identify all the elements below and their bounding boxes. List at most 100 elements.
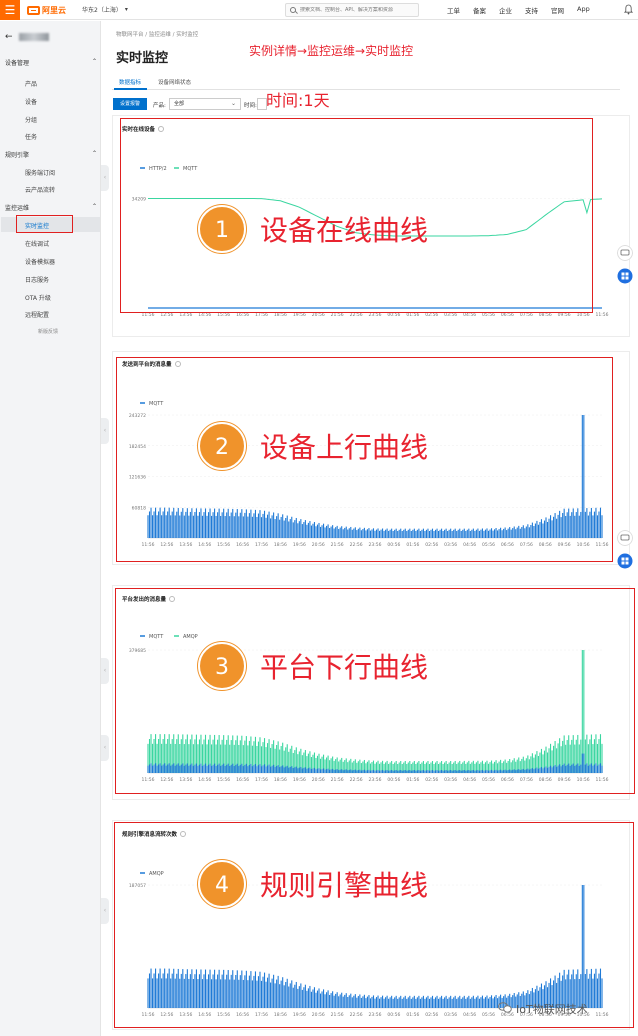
feedback-link[interactable]: 新版反馈 (38, 328, 58, 335)
sidebar-item-product[interactable]: 产品 (25, 79, 37, 88)
info-icon[interactable] (174, 361, 181, 367)
nav-official-site[interactable]: 官网 (551, 5, 564, 15)
chat-icon[interactable] (617, 245, 633, 261)
sidebar-group-label: 规则引擎 (5, 152, 30, 159)
chevron-down-icon: ▾ (124, 6, 128, 13)
x-tick-label: 04:56 (463, 312, 476, 318)
sidebar-group-rule-engine[interactable]: 规则引擎 ⌃ (5, 150, 97, 159)
sidebar-item-remote-config[interactable]: 远程配置 (25, 310, 49, 319)
bell-icon[interactable] (624, 4, 633, 15)
chart-title: 实时在线设备 (122, 125, 165, 133)
nav-app[interactable]: App (577, 5, 590, 13)
x-tick-label: 05:56 (482, 777, 495, 783)
chart-title: 平台发出的消息量 (122, 595, 176, 603)
info-icon[interactable] (169, 596, 176, 602)
info-icon[interactable] (158, 126, 165, 132)
sidebar-group-monitoring[interactable]: 监控运维 ⌃ (5, 203, 97, 212)
region-selector[interactable]: 华东2（上海） ▾ (82, 5, 128, 14)
page-title: 实时监控 (116, 51, 169, 66)
x-tick-label: 18:56 (274, 542, 287, 548)
collapse-sidebar-handle[interactable]: ‹ (101, 658, 109, 684)
annotation-path: 实例详情→监控运维→实时监控 (249, 44, 414, 58)
hamburger-icon[interactable]: ☰ (0, 0, 20, 20)
x-tick-label: 21:56 (331, 777, 344, 783)
nav-ticket[interactable]: 工单 (447, 5, 460, 15)
x-tick-label: 21:56 (331, 1012, 344, 1018)
sidebar-group-device-mgmt[interactable]: 设备管理 ⌃ (5, 58, 97, 67)
nav-filing[interactable]: 备案 (473, 5, 486, 15)
nav-enterprise[interactable]: 企业 (499, 5, 512, 15)
x-tick-label: 03:56 (444, 1012, 457, 1018)
sidebar-item-online-debug[interactable]: 在线调试 (25, 239, 49, 248)
x-tick-label: 22:56 (350, 1012, 363, 1018)
tab-data-metrics[interactable]: 数据指标 (119, 78, 141, 86)
legend-label: AMQP (149, 871, 164, 877)
y-tick-label: 34209 (132, 197, 146, 203)
logo-text: 阿里云 (42, 5, 66, 15)
x-tick-label: 15:56 (217, 1012, 230, 1018)
y-tick-label: 182454 (129, 444, 146, 450)
x-tick-label: 11:56 (142, 312, 155, 318)
sidebar-item-task[interactable]: 任务 (25, 132, 37, 141)
x-tick-label: 11:56 (142, 777, 155, 783)
x-tick-label: 18:56 (274, 1012, 287, 1018)
sidebar-item-server-subscription[interactable]: 服务端订阅 (25, 168, 55, 177)
annotation-red-box-sidebar (16, 215, 73, 233)
nav-support[interactable]: 支持 (525, 5, 538, 15)
info-icon[interactable] (180, 831, 187, 837)
chart-title-text: 平台发出的消息量 (122, 597, 167, 603)
legend-label: HTTP/2 (149, 166, 167, 172)
aliyun-logo-mark (27, 5, 40, 15)
x-tick-label: 16:56 (236, 312, 249, 318)
x-tick-label: 00:56 (387, 777, 400, 783)
x-tick-label: 20:56 (312, 777, 325, 783)
sidebar-group-label: 设备管理 (5, 60, 30, 67)
sidebar-item-device-simulator[interactable]: 设备模拟器 (25, 257, 55, 266)
sidebar-item-log-service[interactable]: 日志服务 (25, 275, 49, 284)
x-tick-label: 20:56 (312, 1012, 325, 1018)
sidebar-item-group[interactable]: 分组 (25, 115, 37, 124)
breadcrumb-monitoring[interactable]: 监控运维 (149, 32, 171, 38)
set-alarm-button[interactable]: 设置报警 (113, 98, 147, 110)
x-tick-label: 01:56 (406, 542, 419, 548)
time-range-picker[interactable] (257, 98, 267, 110)
chart-uplink-messages: MQTT 60818 121636 182454 243272 11:56 12:56 13:… (129, 401, 609, 548)
search-input[interactable] (300, 7, 418, 13)
back-arrow-icon[interactable]: ← (5, 32, 13, 42)
x-tick-label: 13:56 (179, 542, 192, 548)
product-select[interactable]: 全部 ⌄ (169, 98, 241, 110)
sidebar-item-ota[interactable]: OTA 升级 (25, 293, 51, 302)
apps-icon[interactable] (617, 553, 633, 569)
sidebar-header[interactable]: ← (5, 32, 49, 42)
x-tick-label: 17:56 (255, 542, 268, 548)
apps-icon[interactable] (617, 268, 633, 284)
chart-title: 发送到平台的消息量 (122, 360, 181, 368)
collapse-sidebar-handle[interactable]: ‹ (101, 418, 109, 444)
x-tick-label: 13:56 (179, 312, 192, 318)
collapse-sidebar-handle[interactable]: ‹ (101, 165, 109, 191)
x-tick-label: 13:56 (179, 777, 192, 783)
x-tick-label: 06:56 (501, 312, 514, 318)
x-tick-label: 00:56 (387, 542, 400, 548)
collapse-sidebar-handle[interactable]: ‹ (101, 898, 109, 924)
collapse-sidebar-handle[interactable]: ‹ (101, 735, 109, 761)
x-tick-label: 10:56 (577, 777, 590, 783)
breadcrumb-iot[interactable]: 物联网平台 (116, 32, 144, 38)
annotation-badge-1: 1 (198, 205, 246, 253)
chat-icon[interactable] (617, 530, 633, 546)
aliyun-logo[interactable]: 阿里云 (27, 3, 66, 17)
global-search[interactable] (285, 3, 419, 17)
sidebar-item-device[interactable]: 设备 (25, 97, 37, 106)
x-tick-label: 11:56 (142, 542, 155, 548)
x-tick-label: 04:56 (463, 777, 476, 783)
x-tick-label: 16:56 (236, 1012, 249, 1018)
sidebar: ← 设备管理 ⌃ 产品 设备 分组 任务 规则引擎 ⌃ 服务端订阅 云产品流转 … (0, 21, 101, 1036)
x-tick-label: 02:56 (425, 1012, 438, 1018)
active-tab-indicator (114, 88, 147, 90)
x-tick-label: 16:56 (236, 777, 249, 783)
x-tick-label: 11:56 (596, 542, 609, 548)
sidebar-item-cloud-product-flow[interactable]: 云产品流转 (25, 185, 55, 194)
x-tick-label: 13:56 (179, 1012, 192, 1018)
tab-device-network[interactable]: 设备网络状态 (158, 78, 191, 86)
x-tick-label: 21:56 (331, 542, 344, 548)
